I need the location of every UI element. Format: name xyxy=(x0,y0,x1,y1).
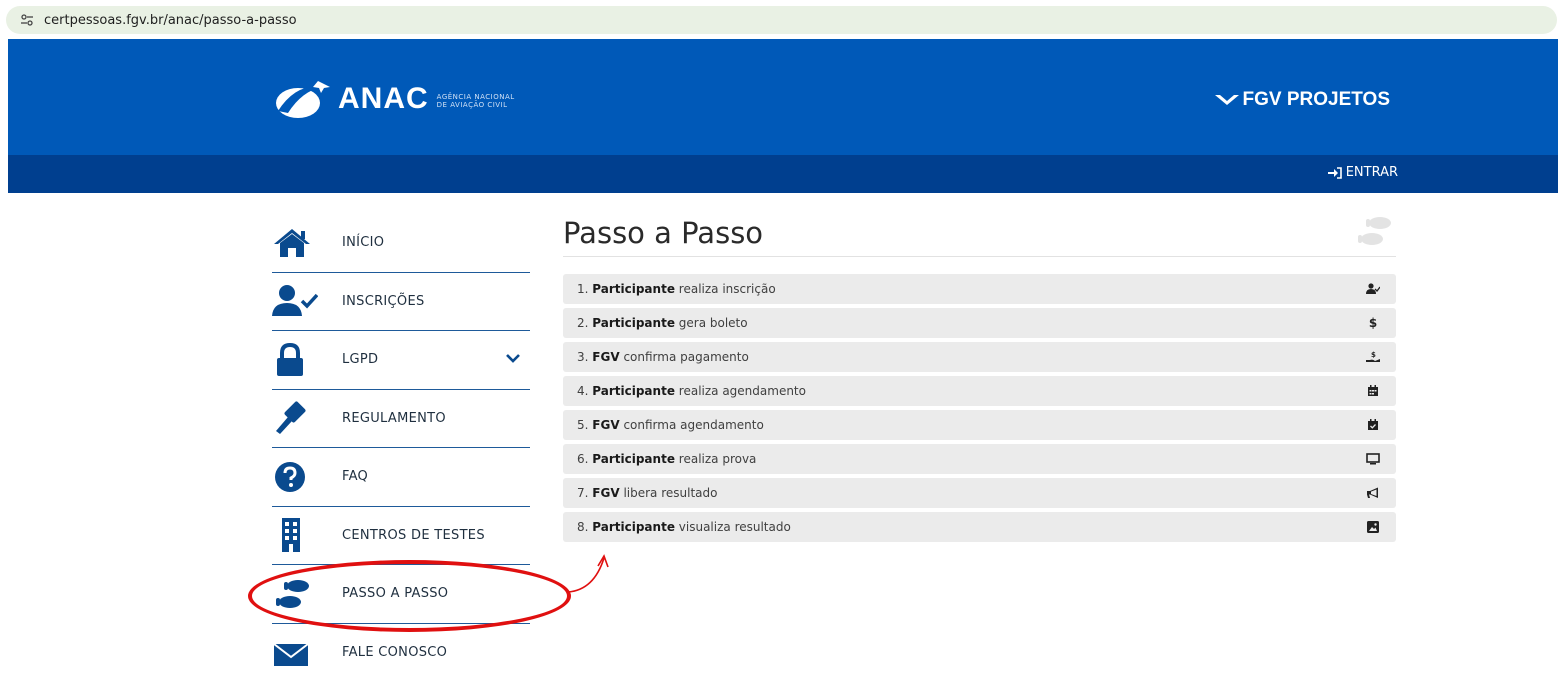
step-text: libera resultado xyxy=(623,486,717,500)
step-actor: FGV xyxy=(592,486,619,500)
title-divider xyxy=(563,256,1396,257)
question-circle-icon xyxy=(272,459,318,495)
sidebar-item-label: FALE CONOSCO xyxy=(342,645,447,660)
sidebar-item-inicio[interactable]: INÍCIO xyxy=(272,214,530,273)
sidebar-item-centros[interactable]: CENTROS DE TESTES xyxy=(272,507,530,566)
sidebar-item-regulamento[interactable]: REGULAMENTO xyxy=(272,390,530,449)
anac-swoosh-icon xyxy=(274,77,332,121)
dollar-icon: $ xyxy=(1366,316,1380,330)
sidebar-item-label: INSCRIÇÕES xyxy=(342,294,425,309)
step-item: 8. Participante visualiza resultado xyxy=(563,512,1396,542)
anac-subtitle: AGÊNCIA NACIONAL DE AVIAÇÃO CIVIL xyxy=(437,93,515,109)
anac-subtitle-line1: AGÊNCIA NACIONAL xyxy=(437,93,515,101)
image-icon xyxy=(1366,520,1380,534)
step-actor: FGV xyxy=(592,350,619,364)
chevron-down-icon[interactable] xyxy=(506,353,520,363)
site-settings-icon[interactable] xyxy=(20,13,34,27)
sidebar-item-label: FAQ xyxy=(342,469,368,484)
main-content: Passo a Passo 1. Participante realiza in… xyxy=(563,214,1396,546)
sidebar-item-label: INÍCIO xyxy=(342,235,384,250)
step-item: 2. Participante gera boleto $ xyxy=(563,308,1396,338)
step-text: realiza inscrição xyxy=(679,282,776,296)
step-actor: Participante xyxy=(592,316,675,330)
footprints-icon xyxy=(1348,214,1396,248)
step-number: 8. xyxy=(577,520,588,534)
step-text: visualiza resultado xyxy=(679,520,791,534)
step-actor: Participante xyxy=(592,282,675,296)
calendar-icon xyxy=(1366,384,1380,398)
sidebar-item-inscricoes[interactable]: INSCRIÇÕES xyxy=(272,273,530,332)
step-text: realiza prova xyxy=(679,452,757,466)
anac-wordmark: ANAC xyxy=(338,82,429,116)
home-icon xyxy=(272,225,318,261)
step-text: gera boleto xyxy=(679,316,748,330)
sidebar-item-faq[interactable]: FAQ xyxy=(272,448,530,507)
step-number: 2. xyxy=(577,316,588,330)
step-item: 6. Participante realiza prova xyxy=(563,444,1396,474)
step-number: 7. xyxy=(577,486,588,500)
step-number: 5. xyxy=(577,418,588,432)
user-check-icon xyxy=(1366,282,1380,296)
hand-coin-icon: $ xyxy=(1366,350,1380,364)
step-text: confirma agendamento xyxy=(623,418,763,432)
fgv-chevron-icon xyxy=(1215,93,1239,107)
step-actor: Participante xyxy=(592,520,675,534)
sidebar-item-label: CENTROS DE TESTES xyxy=(342,528,485,543)
sidebar-item-label: LGPD xyxy=(342,352,378,367)
step-item: 3. FGV confirma pagamento $ xyxy=(563,342,1396,372)
fgv-logo[interactable]: FGV PROJETOS xyxy=(1215,89,1390,111)
sidebar-item-lgpd[interactable]: LGPD xyxy=(272,331,530,390)
building-icon xyxy=(272,517,318,553)
calendar-check-icon xyxy=(1366,418,1380,432)
site-header: ANAC AGÊNCIA NACIONAL DE AVIAÇÃO CIVIL F… xyxy=(8,39,1558,155)
top-navbar: ENTRAR xyxy=(8,155,1558,193)
highlight-ellipse xyxy=(248,560,571,632)
monitor-icon xyxy=(1366,452,1380,466)
login-label: ENTRAR xyxy=(1346,165,1398,180)
annotation-arrow xyxy=(560,550,620,600)
step-number: 6. xyxy=(577,452,588,466)
sign-in-icon xyxy=(1328,167,1342,179)
step-text: confirma pagamento xyxy=(623,350,748,364)
step-item: 7. FGV libera resultado xyxy=(563,478,1396,508)
step-item: 4. Participante realiza agendamento xyxy=(563,376,1396,406)
address-bar[interactable]: certpessoas.fgv.br/anac/passo-a-passo xyxy=(6,6,1557,34)
sidebar-item-label: REGULAMENTO xyxy=(342,411,446,426)
gavel-icon xyxy=(272,400,318,436)
svg-text:$: $ xyxy=(1371,351,1376,359)
step-number: 3. xyxy=(577,350,588,364)
anac-logo[interactable]: ANAC AGÊNCIA NACIONAL DE AVIAÇÃO CIVIL xyxy=(274,77,515,121)
step-actor: FGV xyxy=(592,418,619,432)
megaphone-icon xyxy=(1366,486,1380,500)
page-title: Passo a Passo xyxy=(563,214,1396,256)
step-number: 1. xyxy=(577,282,588,296)
fgv-wordmark: FGV PROJETOS xyxy=(1243,89,1390,111)
steps-list: 1. Participante realiza inscrição 2. Par… xyxy=(563,274,1396,542)
url-text[interactable]: certpessoas.fgv.br/anac/passo-a-passo xyxy=(44,13,297,28)
step-actor: Participante xyxy=(592,452,675,466)
step-item: 5. FGV confirma agendamento xyxy=(563,410,1396,440)
envelope-icon xyxy=(272,635,318,671)
login-link[interactable]: ENTRAR xyxy=(1328,165,1398,180)
step-number: 4. xyxy=(577,384,588,398)
sidebar-item-fale-conosco[interactable]: FALE CONOSCO xyxy=(272,624,530,682)
user-check-icon xyxy=(272,283,318,319)
step-text: realiza agendamento xyxy=(679,384,806,398)
step-actor: Participante xyxy=(592,384,675,398)
step-item: 1. Participante realiza inscrição xyxy=(563,274,1396,304)
anac-subtitle-line2: DE AVIAÇÃO CIVIL xyxy=(437,101,515,109)
lock-icon xyxy=(272,342,318,378)
